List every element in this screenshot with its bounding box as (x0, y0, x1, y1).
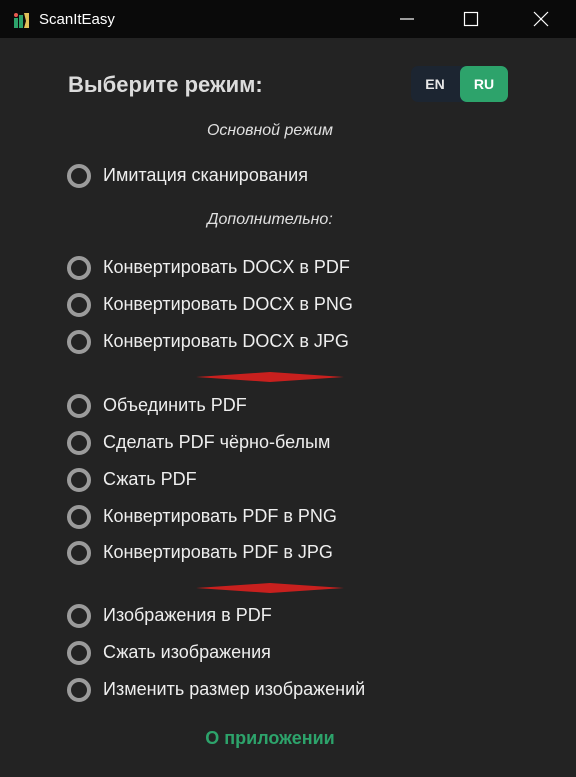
minimize-button[interactable] (384, 0, 430, 38)
option-docx-to-pdf[interactable]: Конвертировать DOCX в PDF (67, 255, 387, 281)
option-compress-pdf[interactable]: Сжать PDF (67, 467, 387, 493)
option-compress-images[interactable]: Сжать изображения (67, 640, 397, 666)
window-title: ScanItEasy (39, 11, 115, 28)
option-label: Конвертировать DOCX в PNG (103, 294, 353, 314)
language-en-button[interactable]: EN (411, 66, 459, 102)
section-divider (196, 372, 344, 382)
page-title: Выберите режим: (68, 72, 263, 97)
option-scan-imitation[interactable]: Имитация сканирования (67, 163, 367, 189)
option-pdf-to-png[interactable]: Конвертировать PDF в PNG (67, 504, 387, 530)
title-bar: ScanItEasy (0, 0, 576, 38)
radio-button[interactable] (67, 293, 91, 317)
section-divider (196, 583, 344, 593)
option-label: Изображения в PDF (103, 605, 272, 625)
radio-button[interactable] (67, 641, 91, 665)
maximize-icon (463, 11, 479, 27)
extra-mode-label: Дополнительно: (207, 211, 333, 228)
option-pdf-grayscale[interactable]: Сделать PDF чёрно-белым (67, 430, 387, 456)
option-label: Сделать PDF чёрно-белым (103, 432, 331, 452)
radio-button[interactable] (67, 431, 91, 455)
option-pdf-to-jpg[interactable]: Конвертировать PDF в JPG (67, 540, 387, 566)
option-merge-pdf[interactable]: Объединить PDF (67, 393, 387, 419)
radio-button[interactable] (67, 256, 91, 280)
radio-button[interactable] (67, 604, 91, 628)
app-logo-icon (14, 13, 29, 28)
radio-button[interactable] (67, 164, 91, 188)
option-label: Объединить PDF (103, 395, 247, 415)
close-icon (533, 11, 549, 27)
about-link[interactable]: О приложении (0, 728, 540, 749)
option-label: Изменить размер изображений (103, 679, 366, 699)
radio-button[interactable] (67, 394, 91, 418)
option-label: Сжать изображения (103, 642, 271, 662)
option-label: Конвертировать DOCX в PDF (103, 257, 350, 277)
radio-button[interactable] (67, 541, 91, 565)
option-images-to-pdf[interactable]: Изображения в PDF (67, 603, 397, 629)
radio-button[interactable] (67, 505, 91, 529)
language-toggle: EN RU (411, 66, 508, 102)
option-label: Конвертировать DOCX в JPG (103, 331, 349, 351)
main-mode-label: Основной режим (206, 122, 334, 139)
radio-button[interactable] (67, 468, 91, 492)
radio-button[interactable] (67, 678, 91, 702)
radio-button[interactable] (67, 330, 91, 354)
maximize-button[interactable] (448, 0, 494, 38)
option-label: Сжать PDF (103, 469, 197, 489)
option-resize-images[interactable]: Изменить размер изображений (67, 677, 397, 703)
option-docx-to-png[interactable]: Конвертировать DOCX в PNG (67, 292, 387, 318)
language-ru-button[interactable]: RU (460, 66, 508, 102)
option-docx-to-jpg[interactable]: Конвертировать DOCX в JPG (67, 329, 387, 355)
option-label: Конвертировать PDF в PNG (103, 506, 337, 526)
minimize-icon (400, 18, 414, 20)
option-label: Конвертировать PDF в JPG (103, 542, 333, 562)
option-label: Имитация сканирования (103, 165, 308, 185)
close-button[interactable] (518, 0, 564, 38)
